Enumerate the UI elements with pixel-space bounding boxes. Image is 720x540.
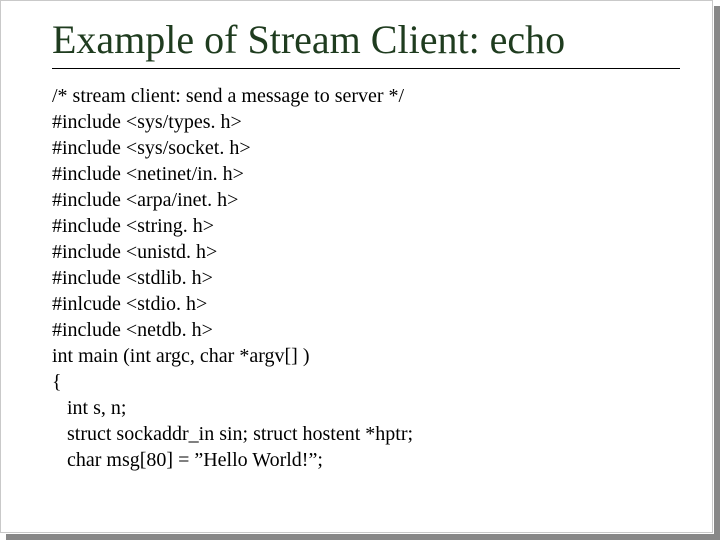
- slide: Example of Stream Client: echo /* stream…: [0, 0, 720, 540]
- code-line: #include <sys/socket. h>: [52, 135, 680, 161]
- title-underline: [52, 68, 680, 69]
- code-line: #include <unistd. h>: [52, 239, 680, 265]
- code-line: struct sockaddr_in sin; struct hostent *…: [52, 421, 680, 447]
- slide-shadow-bottom: [6, 534, 720, 540]
- code-line: #inlcude <stdio. h>: [52, 291, 680, 317]
- code-line: #include <stdlib. h>: [52, 265, 680, 291]
- slide-shadow-right: [714, 6, 720, 534]
- code-line: {: [52, 369, 680, 395]
- code-line: #include <netdb. h>: [52, 317, 680, 343]
- code-line: #include <arpa/inet. h>: [52, 187, 680, 213]
- page-title: Example of Stream Client: echo: [52, 18, 680, 62]
- code-line: /* stream client: send a message to serv…: [52, 83, 680, 109]
- code-line: int s, n;: [52, 395, 680, 421]
- code-line: int main (int argc, char *argv[] ): [52, 343, 680, 369]
- code-line: #include <string. h>: [52, 213, 680, 239]
- code-line: #include <sys/types. h>: [52, 109, 680, 135]
- code-line: char msg[80] = ”Hello World!”;: [52, 447, 680, 473]
- code-line: #include <netinet/in. h>: [52, 161, 680, 187]
- code-block: /* stream client: send a message to serv…: [52, 83, 680, 473]
